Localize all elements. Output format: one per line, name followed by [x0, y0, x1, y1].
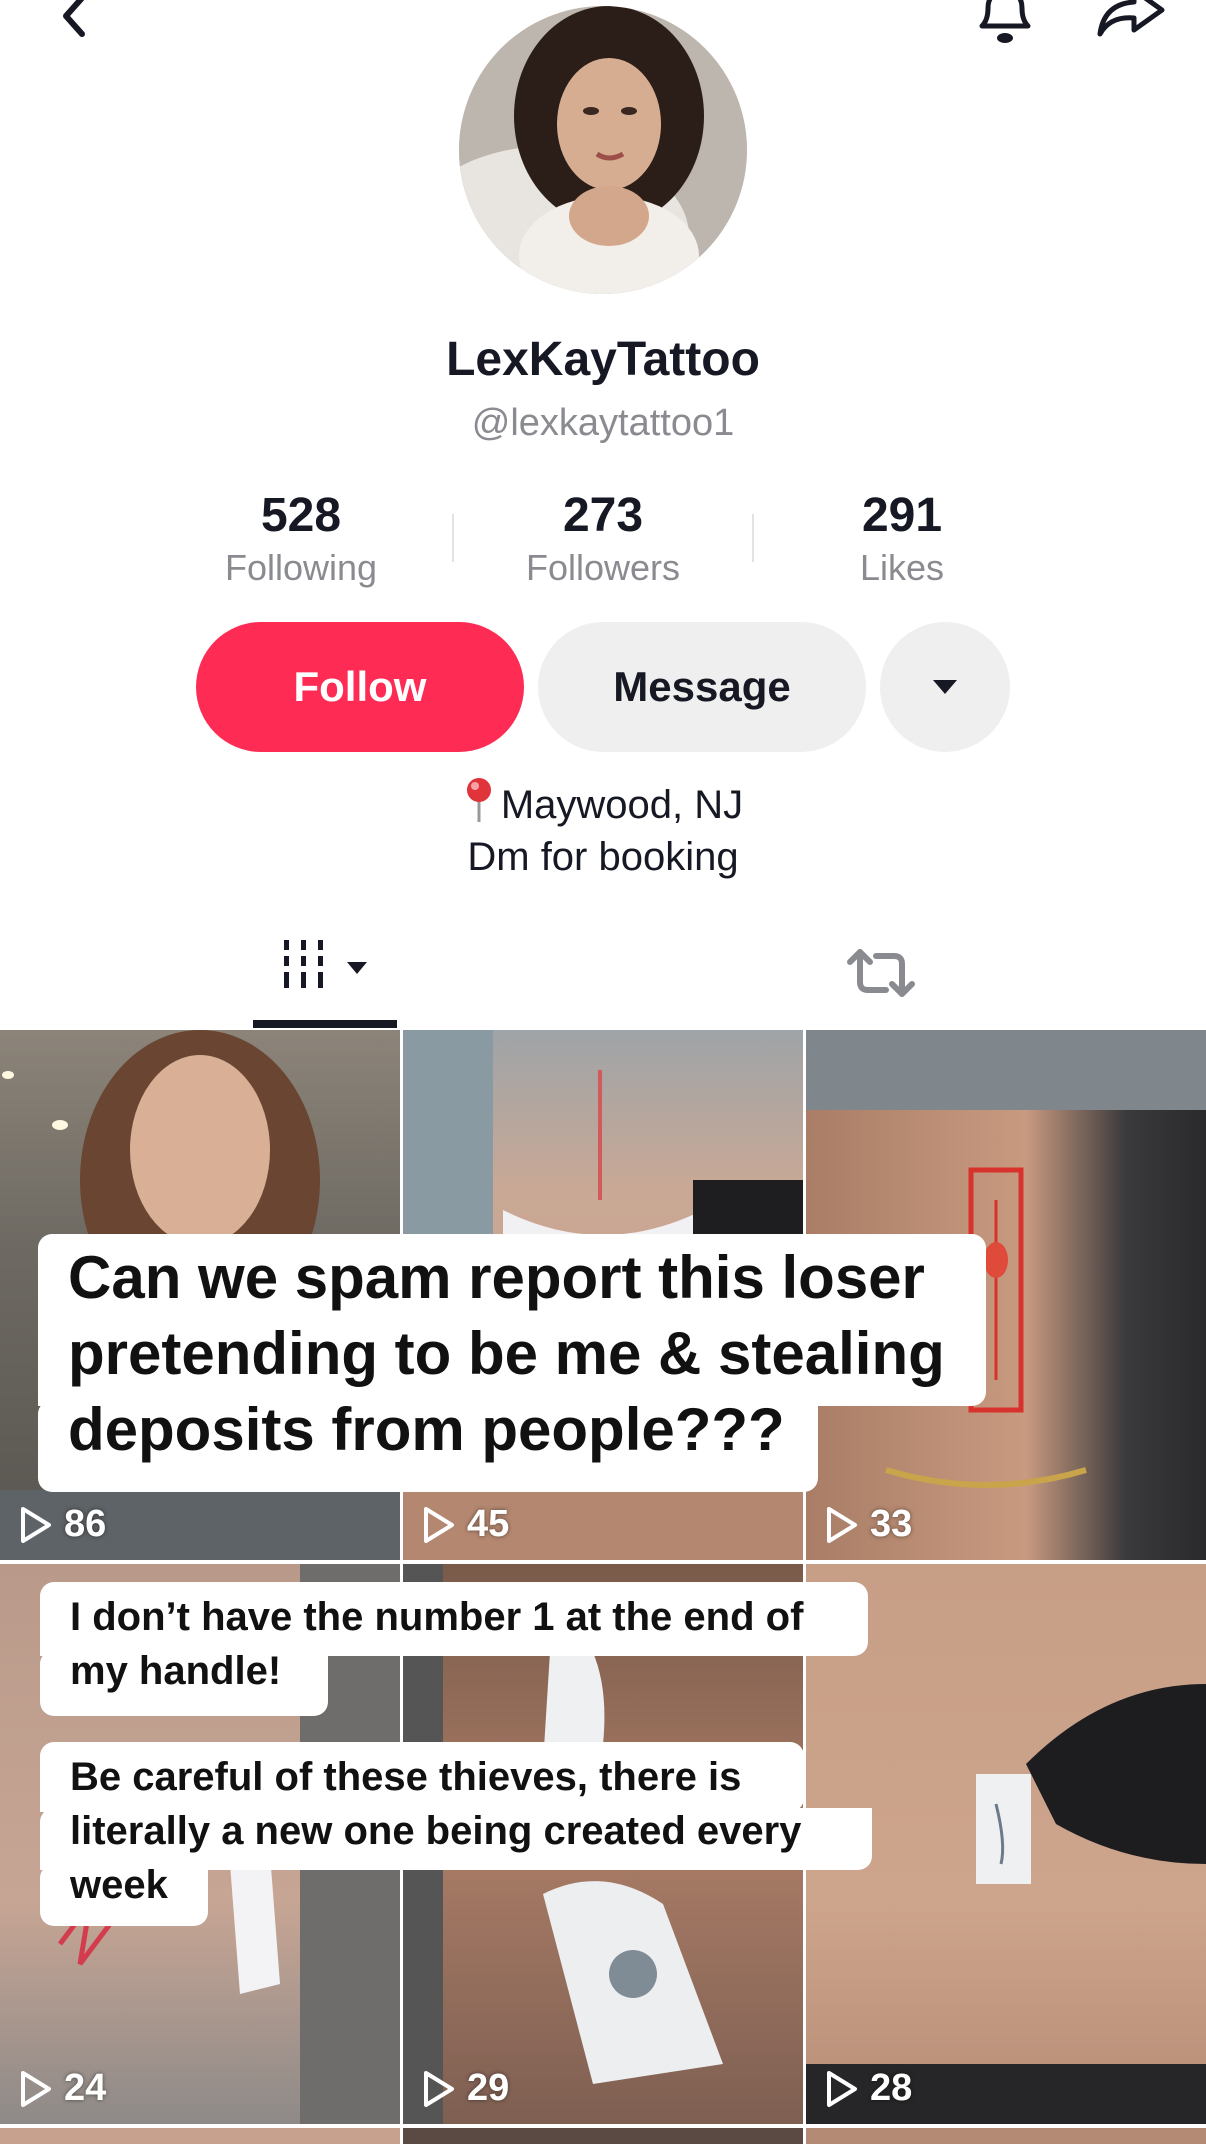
view-count-value: 45 — [467, 1503, 510, 1545]
stat-value: 528 — [260, 489, 342, 542]
videos-grid-icon — [284, 940, 367, 988]
notifications-button[interactable] — [970, 0, 1040, 52]
caption-line: literally a new one being created every — [70, 1809, 802, 1853]
play-icon — [424, 1506, 454, 1543]
stat-followers[interactable]: 273 Followers — [453, 486, 753, 590]
tab-active-indicator — [253, 1020, 397, 1028]
play-icon — [827, 2070, 857, 2107]
view-count: 86 — [18, 1503, 106, 1546]
display-name: LexKayTattoo — [446, 333, 760, 386]
pin-icon — [466, 778, 491, 822]
stat-value: 291 — [861, 489, 943, 542]
profile-page: LexKayTattoo @lexkaytattoo1 528 Followin… — [0, 0, 1206, 2144]
caption-handle-note: I don’t have the number 1 at the end of … — [70, 1590, 870, 1698]
caption-line: my handle! — [70, 1649, 282, 1693]
suggested-accounts-button[interactable] — [880, 622, 1010, 752]
share-button[interactable] — [1090, 0, 1170, 52]
avatar-image — [459, 6, 747, 294]
caption-line: I don’t have the number 1 at the end of — [70, 1595, 804, 1639]
stat-following[interactable]: 528 Following — [151, 486, 451, 590]
avatar[interactable] — [459, 6, 747, 294]
view-count-value: 24 — [64, 2067, 107, 2109]
view-count-value: 86 — [64, 1503, 107, 1545]
caret-down-icon — [933, 680, 957, 694]
tab-videos[interactable] — [253, 920, 397, 1030]
caption-main: Can we spam report this loser pretending… — [68, 1240, 988, 1468]
follow-button[interactable]: Follow — [196, 622, 524, 752]
view-count-value: 29 — [467, 2067, 510, 2109]
play-icon — [424, 2070, 454, 2107]
play-icon — [21, 2070, 51, 2107]
back-button[interactable] — [46, 0, 106, 46]
stat-label: Likes — [859, 547, 945, 588]
bio: Maywood, NJ Dm for booking — [0, 776, 1206, 883]
stat-label: Followers — [525, 547, 681, 588]
bio-booking-line: Dm for booking — [467, 835, 739, 879]
tab-reposts[interactable] — [846, 938, 916, 1008]
caption-line: Be careful of these thieves, there is — [70, 1755, 742, 1799]
bio-location: Maywood, NJ — [500, 783, 744, 827]
view-count-value: 28 — [870, 2067, 913, 2109]
play-icon — [21, 1506, 51, 1543]
back-icon — [63, 0, 85, 37]
caption-line: pretending to be me & stealing — [68, 1320, 945, 1387]
content-tabs — [0, 920, 1206, 1030]
view-count: 45 — [421, 1503, 509, 1546]
video-thumbnail[interactable] — [403, 2128, 803, 2144]
view-count: 33 — [824, 1503, 912, 1546]
bell-icon — [979, 0, 1031, 43]
video-thumbnail[interactable] — [0, 2128, 400, 2144]
repost-icon — [847, 949, 915, 997]
message-button[interactable]: Message — [538, 622, 866, 752]
stat-value: 273 — [562, 489, 644, 542]
caption-warning: Be careful of these thieves, there is li… — [70, 1750, 890, 1912]
caption-line: deposits from people??? — [68, 1396, 785, 1463]
view-count: 28 — [824, 2067, 912, 2110]
username-handle: @lexkaytattoo1 — [471, 402, 735, 444]
video-thumbnail[interactable] — [806, 2128, 1206, 2144]
stat-likes[interactable]: 291 Likes — [752, 486, 1052, 590]
view-count: 24 — [18, 2067, 106, 2110]
play-icon — [827, 1506, 857, 1543]
stat-label: Following — [224, 547, 378, 588]
caption-line: Can we spam report this loser — [68, 1244, 925, 1311]
share-icon — [1097, 0, 1165, 37]
bio-location-line: Maywood, NJ — [0, 776, 1206, 831]
view-count: 29 — [421, 2067, 509, 2110]
view-count-value: 33 — [870, 1503, 913, 1545]
caption-line: week — [70, 1863, 168, 1907]
profile-stats: 528 Following 273 Followers 291 Likes — [0, 486, 1206, 596]
